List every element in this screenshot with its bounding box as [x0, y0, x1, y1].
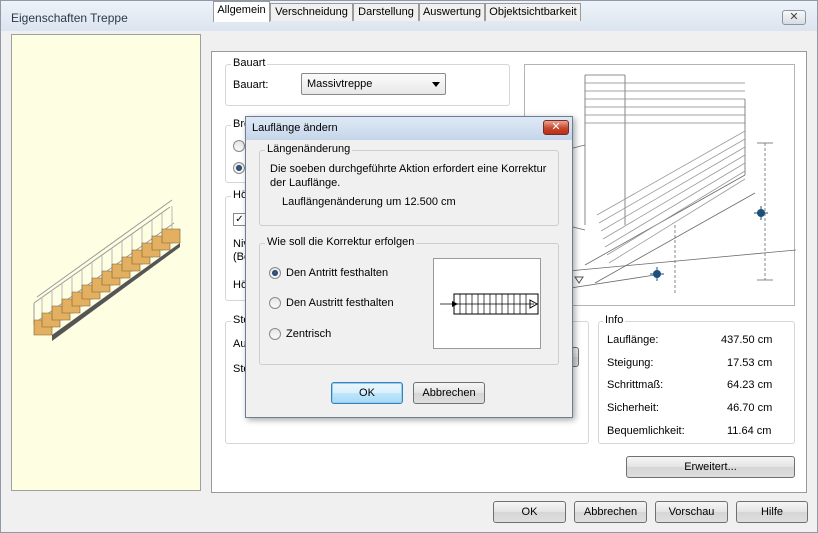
- austritt-radio[interactable]: [269, 297, 281, 309]
- info-lauflaenge-label: Lauflänge:: [607, 334, 659, 346]
- dialog-message-line2: der Lauflänge.: [270, 177, 341, 189]
- help-button[interactable]: Hilfe: [736, 501, 808, 523]
- stair-plan-icon: [440, 293, 539, 315]
- window-close-button[interactable]: ✕: [782, 10, 806, 25]
- info-schrittmass-label: Schrittmaß:: [607, 379, 664, 391]
- info-group-label: Info: [603, 314, 626, 326]
- stair-3d-preview[interactable]: [11, 34, 201, 491]
- dialog-title: Lauflänge ändern: [252, 122, 338, 134]
- info-steigung-value: 17.53 cm: [727, 357, 773, 369]
- bauart-group-label: Bauart: [231, 57, 268, 69]
- tab-verschneidung[interactable]: Verschneidung: [270, 3, 353, 21]
- stair-3d-illustration: [33, 199, 181, 341]
- breite-radio-1[interactable]: [233, 140, 245, 152]
- dialog-ok-button[interactable]: OK: [331, 382, 403, 404]
- info-sicherheit-value: 46.70 cm: [727, 402, 773, 414]
- laengenaenderung-group-label: Längenänderung: [265, 143, 353, 155]
- info-schrittmass-value: 64.23 cm: [727, 379, 773, 391]
- dialog-change-text: Lauflängenänderung um 12.500 cm: [282, 196, 456, 208]
- antritt-radio[interactable]: [269, 267, 281, 279]
- tab-darstellung[interactable]: Darstellung: [353, 3, 419, 21]
- info-lauflaenge-value: 437.50 cm: [721, 334, 773, 346]
- preview-button[interactable]: Vorschau: [655, 501, 728, 523]
- bauart-select-value: Massivtreppe: [307, 78, 373, 90]
- dialog-title-bar: Lauflänge ändern ✕: [246, 117, 572, 140]
- ok-button[interactable]: OK: [493, 501, 566, 523]
- info-steigung-label: Steigung:: [607, 357, 654, 369]
- info-sicherheit-label: Sicherheit:: [607, 402, 659, 414]
- dialog-message-line1: Die soeben durchgeführte Aktion erforder…: [270, 163, 547, 175]
- tab-auswertung[interactable]: Auswertung: [419, 3, 485, 21]
- tab-objektsichtbarkeit[interactable]: Objektsichtbarkeit: [485, 3, 581, 21]
- dialog-close-button[interactable]: ✕: [543, 120, 569, 135]
- cancel-button[interactable]: Abbrechen: [574, 501, 647, 523]
- chevron-down-icon: [432, 82, 440, 87]
- window-title: Eigenschaften Treppe: [11, 11, 128, 25]
- info-bequemlichkeit-value: 11.64 cm: [727, 425, 772, 437]
- bauart-select[interactable]: Massivtreppe: [301, 73, 446, 95]
- antritt-label[interactable]: Den Antritt festhalten: [286, 267, 388, 279]
- info-bequemlichkeit-label: Bequemlichkeit:: [607, 425, 685, 437]
- bauart-label: Bauart:: [233, 79, 269, 91]
- korrektur-group-label: Wie soll die Korrektur erfolgen: [265, 236, 417, 248]
- zentrisch-label[interactable]: Zentrisch: [286, 328, 331, 340]
- korrektur-preview: [433, 258, 541, 349]
- breite-radio-2[interactable]: [233, 162, 245, 174]
- tab-allgemein[interactable]: Allgemein: [213, 1, 270, 22]
- erweitert-button[interactable]: Erweitert...: [626, 456, 795, 478]
- lauflaenge-dialog: Lauflänge ändern ✕ Längenänderung Die so…: [245, 116, 573, 418]
- austritt-label[interactable]: Den Austritt festhalten: [286, 297, 394, 309]
- dialog-cancel-button[interactable]: Abbrechen: [413, 382, 485, 404]
- zentrisch-radio[interactable]: [269, 328, 281, 340]
